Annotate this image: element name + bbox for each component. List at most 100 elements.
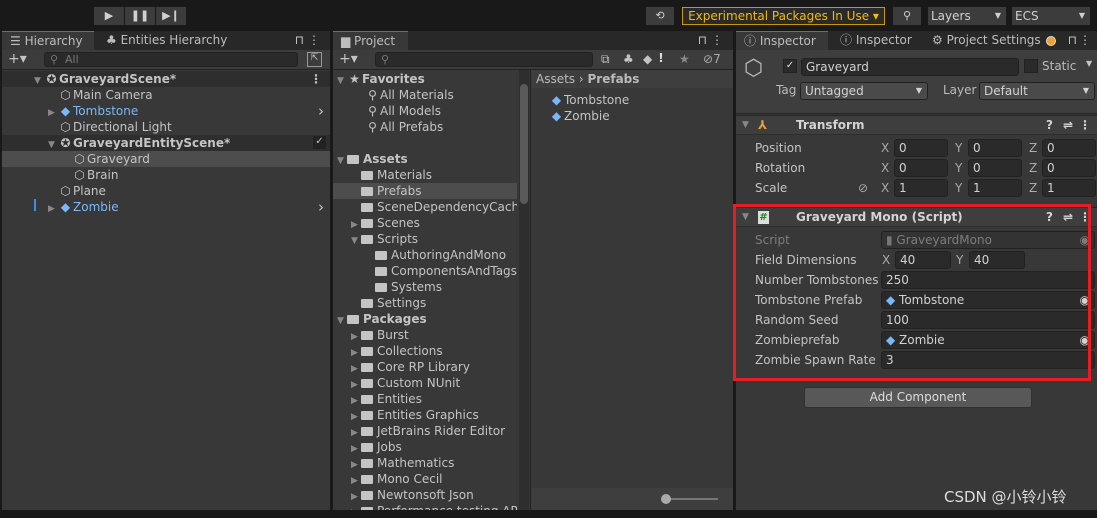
step-button[interactable]: ▶❙ — [156, 7, 186, 25]
asset-item[interactable]: ◆ Zombie — [531, 108, 733, 124]
tab-project[interactable]: ▆ Project — [333, 31, 408, 50]
transform-rotation-z-input[interactable]: 0 — [1042, 159, 1096, 177]
constrain-proportions-icon[interactable]: ⊘ — [858, 179, 868, 197]
favorite-star-icon[interactable]: ★ — [679, 52, 690, 66]
active-checkbox[interactable]: ✓ — [783, 59, 797, 73]
project-tree-item[interactable]: SceneDependencyCache — [333, 199, 517, 215]
breadcrumb-assets[interactable]: Assets — [536, 72, 575, 86]
project-tree-item[interactable]: ▼ Scripts — [333, 231, 517, 247]
layers-dropdown[interactable]: Layers ▼ — [928, 7, 1006, 25]
subscene-checkbox[interactable]: ✓ — [313, 136, 326, 149]
static-checkbox[interactable] — [1024, 59, 1038, 73]
search-icon[interactable]: ⚲ — [893, 7, 921, 25]
project-tree-item[interactable]: Materials — [333, 167, 517, 183]
project-tree-item[interactable]: ▼ ★ Favorites — [333, 71, 517, 87]
project-tree-item[interactable]: ⚲ All Materials — [333, 87, 517, 103]
hierarchy-item[interactable]: ⬡ Brain — [2, 167, 330, 183]
scene-visibility-icon[interactable]: ⇱ — [307, 52, 322, 67]
add-button[interactable]: +▾ — [8, 51, 27, 67]
open-prefab-chevron-icon[interactable]: › — [318, 103, 324, 119]
tab-hierarchy[interactable]: ☰ Hierarchy — [2, 31, 94, 50]
collapse-arrow-icon[interactable]: ▶ — [48, 201, 58, 217]
project-tree-item[interactable]: ▶ Newtonsoft Json — [333, 487, 517, 503]
transform-position-z-input[interactable]: 0 — [1042, 139, 1096, 157]
hierarchy-item[interactable]: ▶ ◆ Zombie › — [2, 199, 330, 215]
project-tree-item[interactable]: ⚲ All Prefabs — [333, 119, 517, 135]
hierarchy-item[interactable]: ⬡ Directional Light — [2, 119, 330, 135]
transform-position-y-input[interactable]: 0 — [968, 139, 1022, 157]
project-tree-item[interactable]: ▶ Burst — [333, 327, 517, 343]
more-icon[interactable]: ⋮ — [308, 33, 320, 47]
tab-entities-hierarchy[interactable]: ♣ Entities Hierarchy — [98, 31, 248, 50]
help-icon[interactable]: ? — [1046, 116, 1053, 135]
object-name-input[interactable]: Graveyard — [801, 58, 1019, 76]
static-dropdown-icon[interactable]: ▼ — [1086, 59, 1092, 68]
project-tree-item[interactable]: ▶ Core RP Library — [333, 359, 517, 375]
project-tree-item[interactable]: AuthoringAndMono — [333, 247, 517, 263]
project-tree-item[interactable]: ▶ Entities — [333, 391, 517, 407]
transform-scale-y-input[interactable]: 1 — [968, 179, 1022, 197]
filter-type-icon[interactable]: ♣ — [623, 52, 634, 66]
project-tree-item[interactable]: ▶ Mono Cecil — [333, 471, 517, 487]
more-icon[interactable]: ⋮ — [310, 71, 322, 87]
project-tree-item[interactable]: ▼ Packages — [333, 311, 517, 327]
warning-icon[interactable]: ! — [653, 51, 669, 67]
open-prefab-chevron-icon[interactable]: › — [318, 199, 324, 215]
hierarchy-search-input[interactable]: ⚲ All — [44, 52, 298, 67]
project-tree-item[interactable]: Prefabs — [333, 183, 517, 199]
create-button[interactable]: +▾ — [339, 51, 358, 67]
project-tree-item[interactable]: ▼ Assets — [333, 151, 517, 167]
experimental-packages-button[interactable]: Experimental Packages In Use ▾ — [682, 7, 885, 25]
add-component-button[interactable]: Add Component — [804, 387, 1032, 408]
tree-scrollbar[interactable] — [519, 70, 529, 510]
project-tree-item[interactable]: ▶ Collections — [333, 343, 517, 359]
project-tree-item[interactable]: ▶ Custom NUnit — [333, 375, 517, 391]
project-tree-item[interactable]: ⚲ All Models — [333, 103, 517, 119]
more-icon[interactable]: ⋮ — [711, 33, 723, 47]
pause-button[interactable]: ❚❚ — [125, 7, 155, 25]
lock-icon[interactable]: ⊓ — [698, 33, 707, 47]
tab-inspector[interactable]: ⓘ Inspector — [736, 31, 828, 50]
hierarchy-item[interactable]: ▼ ✪ GraveyardEntityScene* ✓ — [2, 135, 330, 151]
project-tree-item[interactable]: ▶ Jobs — [333, 439, 517, 455]
transform-header[interactable]: ▼ ⅄ Transform ? ⇌ ⋮ — [736, 115, 1097, 135]
transform-rotation-x-input[interactable]: 0 — [894, 159, 948, 177]
collapse-arrow-icon[interactable]: ▶ — [351, 505, 361, 510]
search-by-type-icon[interactable]: ⧉ — [601, 52, 610, 67]
hierarchy-item[interactable]: ▼ ✪ GraveyardScene* ⋮ — [2, 71, 330, 87]
slider-handle[interactable] — [661, 494, 671, 504]
tag-dropdown[interactable]: Untagged ▼ — [800, 82, 928, 100]
more-icon[interactable]: ⋮ — [1079, 33, 1091, 47]
transform-position-x-input[interactable]: 0 — [894, 139, 948, 157]
lock-icon[interactable]: ⊓ — [295, 33, 304, 47]
project-search-input[interactable]: ⚲ — [375, 52, 593, 67]
tab-inspector-2[interactable]: ⓘ Inspector — [832, 31, 922, 50]
project-tree-item[interactable]: ▶ Mathematics — [333, 455, 517, 471]
history-icon[interactable]: ⟲ — [646, 7, 674, 25]
label-icon[interactable]: ◆ — [643, 52, 652, 66]
record-icon[interactable] — [1046, 36, 1056, 46]
layer-dropdown[interactable]: Default ▼ — [979, 82, 1095, 100]
play-button[interactable]: ▶ — [94, 7, 124, 25]
icon-size-slider[interactable] — [666, 498, 718, 500]
asset-item[interactable]: ◆ Tombstone — [531, 92, 733, 108]
presets-icon[interactable]: ⇌ — [1063, 116, 1073, 135]
transform-rotation-y-input[interactable]: 0 — [968, 159, 1022, 177]
transform-scale-z-input[interactable]: 1 — [1042, 179, 1096, 197]
project-tree-item[interactable]: Settings — [333, 295, 517, 311]
more-icon[interactable]: ⋮ — [1079, 116, 1091, 135]
hierarchy-item[interactable]: ⬡ Plane — [2, 183, 330, 199]
lock-icon[interactable]: ⊓ — [1068, 33, 1077, 47]
hierarchy-item[interactable]: ▶ ◆ Tombstone › — [2, 103, 330, 119]
project-tree-item[interactable]: ▶ JetBrains Rider Editor — [333, 423, 517, 439]
project-tree-item[interactable]: ▶ Entities Graphics — [333, 407, 517, 423]
layout-dropdown[interactable]: ECS ▼ — [1012, 7, 1090, 25]
hierarchy-item[interactable]: ⬡ Main Camera — [2, 87, 330, 103]
breadcrumb-prefabs[interactable]: Prefabs — [588, 72, 640, 86]
transform-scale-x-input[interactable]: 1 — [894, 179, 948, 197]
project-tree-item[interactable]: ▶ Scenes — [333, 215, 517, 231]
tab-project-settings[interactable]: ⚙ Project Settings — [924, 31, 1042, 50]
hidden-packages-icon[interactable]: ⊘7 — [703, 52, 721, 66]
project-tree-item[interactable]: ComponentsAndTags — [333, 263, 517, 279]
project-tree-item[interactable]: Systems — [333, 279, 517, 295]
